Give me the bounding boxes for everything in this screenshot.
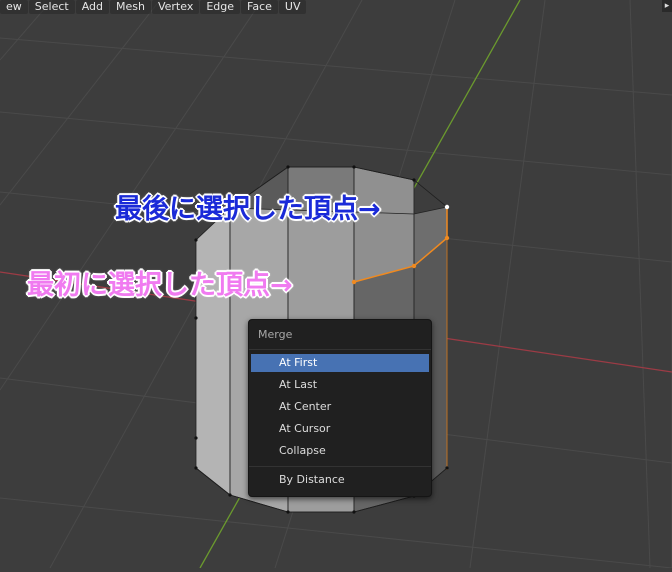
annotation-first-selected: 最初に選択した頂点→ — [27, 270, 293, 301]
menu-divider — [249, 349, 431, 350]
selected-vertex[interactable] — [411, 263, 417, 269]
menu-add[interactable]: Add — [75, 0, 109, 14]
cursor-icon[interactable]: ▸ — [662, 0, 672, 12]
menu-item-at-last[interactable]: At Last — [251, 376, 429, 394]
menu-view[interactable]: ew — [0, 0, 28, 14]
menu-item-at-center[interactable]: At Center — [251, 398, 429, 416]
menu-title: Merge — [258, 328, 293, 341]
annotation-last-selected: 最後に選択した頂点→ — [115, 194, 381, 225]
header-menubar: ew Select Add Mesh Vertex Edge Face UV — [0, 0, 307, 14]
menu-edge[interactable]: Edge — [200, 0, 241, 14]
menu-select[interactable]: Select — [28, 0, 75, 14]
menu-face[interactable]: Face — [241, 0, 278, 14]
menu-item-at-first[interactable]: At First — [251, 354, 429, 372]
menu-item-collapse[interactable]: Collapse — [251, 442, 429, 460]
menu-item-at-cursor[interactable]: At Cursor — [251, 420, 429, 438]
merge-popup-menu: Merge At First At Last At Center At Curs… — [248, 319, 432, 497]
menu-uv[interactable]: UV — [278, 0, 307, 14]
menu-divider — [249, 466, 431, 467]
menu-mesh[interactable]: Mesh — [110, 0, 151, 14]
last-selected-vertex[interactable] — [444, 204, 450, 210]
menu-item-by-distance[interactable]: By Distance — [251, 471, 429, 489]
menu-vertex[interactable]: Vertex — [151, 0, 200, 14]
first-selected-vertex[interactable] — [351, 279, 357, 285]
selected-vertex[interactable] — [444, 235, 450, 241]
